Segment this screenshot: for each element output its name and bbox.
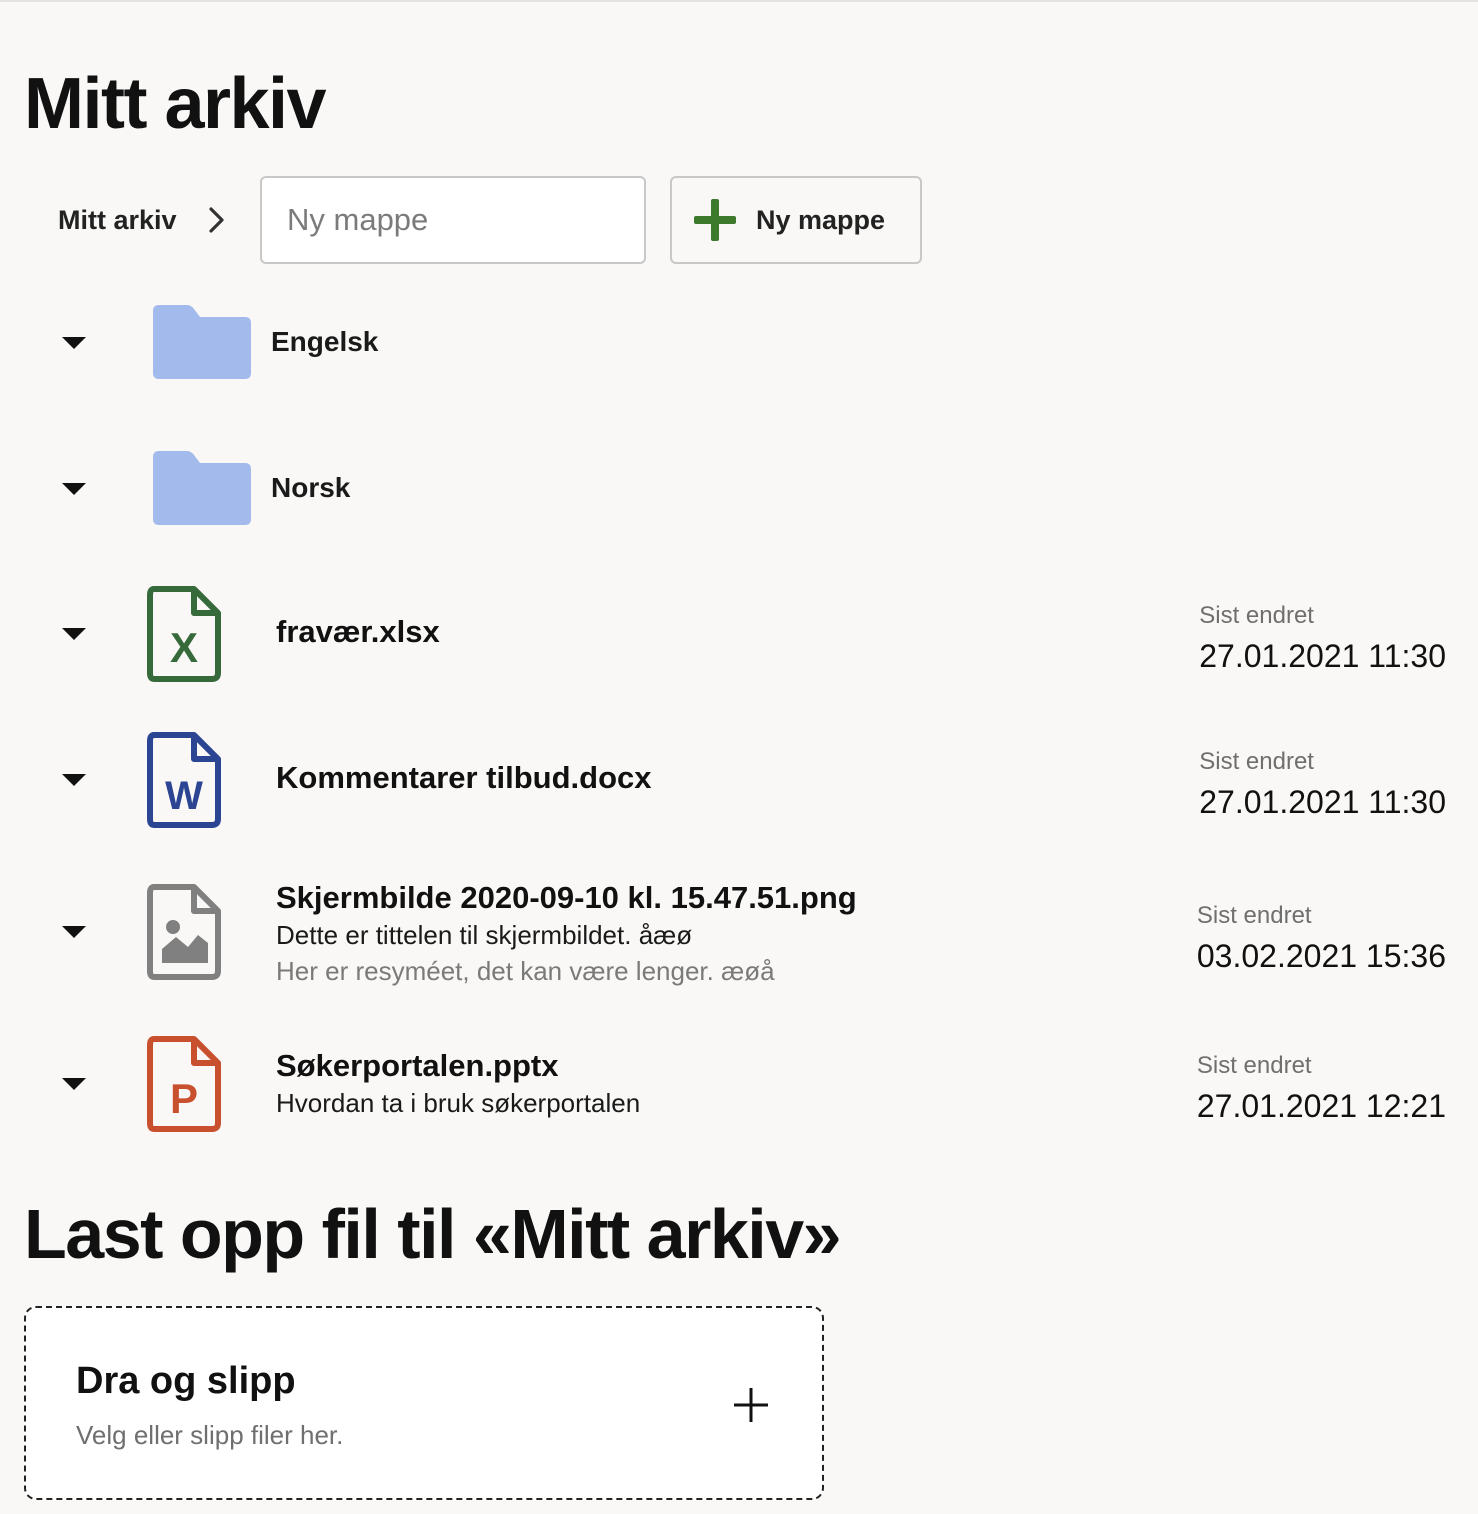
modified-label: Sist endret xyxy=(1196,902,1312,929)
file-title: Dette er tittelen til skjermbildet. åæø xyxy=(276,920,693,950)
svg-text:P: P xyxy=(170,1075,198,1122)
file-name: Skjermbilde 2020-09-10 kl. 15.47.51.png xyxy=(276,880,857,915)
file-meta: Sist endret 27.01.2021 11:30 xyxy=(1199,602,1446,678)
caret-down-icon[interactable] xyxy=(60,626,88,642)
new-folder-button-label: Ny mappe xyxy=(756,204,886,235)
file-meta: Sist endret 03.02.2021 15:36 xyxy=(1197,902,1446,978)
svg-text:W: W xyxy=(165,774,203,818)
dropzone-hint: Velg eller slipp filer her. xyxy=(76,1420,344,1450)
folder-icon xyxy=(153,305,251,379)
file-dropzone[interactable]: Dra og slipp Velg eller slipp filer her. xyxy=(24,1306,824,1500)
modified-date: 27.01.2021 11:30 xyxy=(1199,638,1446,674)
plus-icon[interactable] xyxy=(732,1386,770,1424)
caret-down-icon[interactable] xyxy=(60,1076,88,1092)
caret-down-icon[interactable] xyxy=(60,772,88,788)
file-row-docx[interactable]: W Kommentarer tilbud.docx Sist endret 27… xyxy=(0,730,1478,830)
caret-down-icon[interactable] xyxy=(60,335,88,351)
file-meta: Sist endret 27.01.2021 11:30 xyxy=(1199,748,1446,824)
modified-label: Sist endret xyxy=(1196,1052,1312,1079)
file-row-png[interactable]: Skjermbilde 2020-09-10 kl. 15.47.51.png … xyxy=(0,880,1478,986)
modified-date: 03.02.2021 15:36 xyxy=(1196,938,1446,974)
folder-name: Norsk xyxy=(271,472,351,503)
file-row-pptx[interactable]: P Søkerportalen.pptx Hvordan ta i bruk s… xyxy=(0,1034,1478,1134)
upload-section-title: Last opp fil til «Mitt arkiv» xyxy=(24,1195,842,1273)
modified-label: Sist endret xyxy=(1199,748,1314,775)
caret-down-icon[interactable] xyxy=(60,481,88,497)
top-divider xyxy=(0,0,1478,2)
svg-text:X: X xyxy=(170,624,198,671)
folder-name: Engelsk xyxy=(271,326,379,357)
folder-icon xyxy=(153,451,251,525)
file-summary: Her er resyméet, det kan være lenger. æø… xyxy=(276,956,775,986)
chevron-right-icon xyxy=(208,207,224,233)
folder-row-norsk[interactable]: Norsk xyxy=(0,446,1478,536)
word-file-icon: W xyxy=(147,732,221,828)
plus-icon xyxy=(694,199,736,241)
new-folder-button[interactable]: Ny mappe xyxy=(670,176,922,264)
file-row-xlsx[interactable]: X fravær.xlsx Sist endret 27.01.2021 11:… xyxy=(0,584,1478,684)
file-name: Søkerportalen.pptx xyxy=(276,1048,559,1083)
new-folder-name-input[interactable] xyxy=(260,176,646,264)
file-name: Kommentarer tilbud.docx xyxy=(276,760,652,795)
page-title: Mitt arkiv xyxy=(24,64,327,144)
breadcrumb-root[interactable]: Mitt arkiv xyxy=(58,205,177,236)
caret-down-icon[interactable] xyxy=(60,924,88,940)
powerpoint-file-icon: P xyxy=(147,1036,221,1132)
file-name: fravær.xlsx xyxy=(276,614,440,649)
breadcrumb: Mitt arkiv xyxy=(58,176,231,264)
modified-date: 27.01.2021 11:30 xyxy=(1199,784,1446,820)
file-title: Hvordan ta i bruk søkerportalen xyxy=(276,1088,641,1118)
modified-date: 27.01.2021 12:21 xyxy=(1196,1088,1446,1124)
excel-file-icon: X xyxy=(147,586,221,682)
image-file-icon xyxy=(147,884,221,980)
dropzone-title: Dra og slipp xyxy=(76,1360,296,1402)
folder-row-engelsk[interactable]: Engelsk xyxy=(0,300,1478,390)
modified-label: Sist endret xyxy=(1199,602,1314,629)
file-meta: Sist endret 27.01.2021 12:21 xyxy=(1197,1052,1446,1128)
